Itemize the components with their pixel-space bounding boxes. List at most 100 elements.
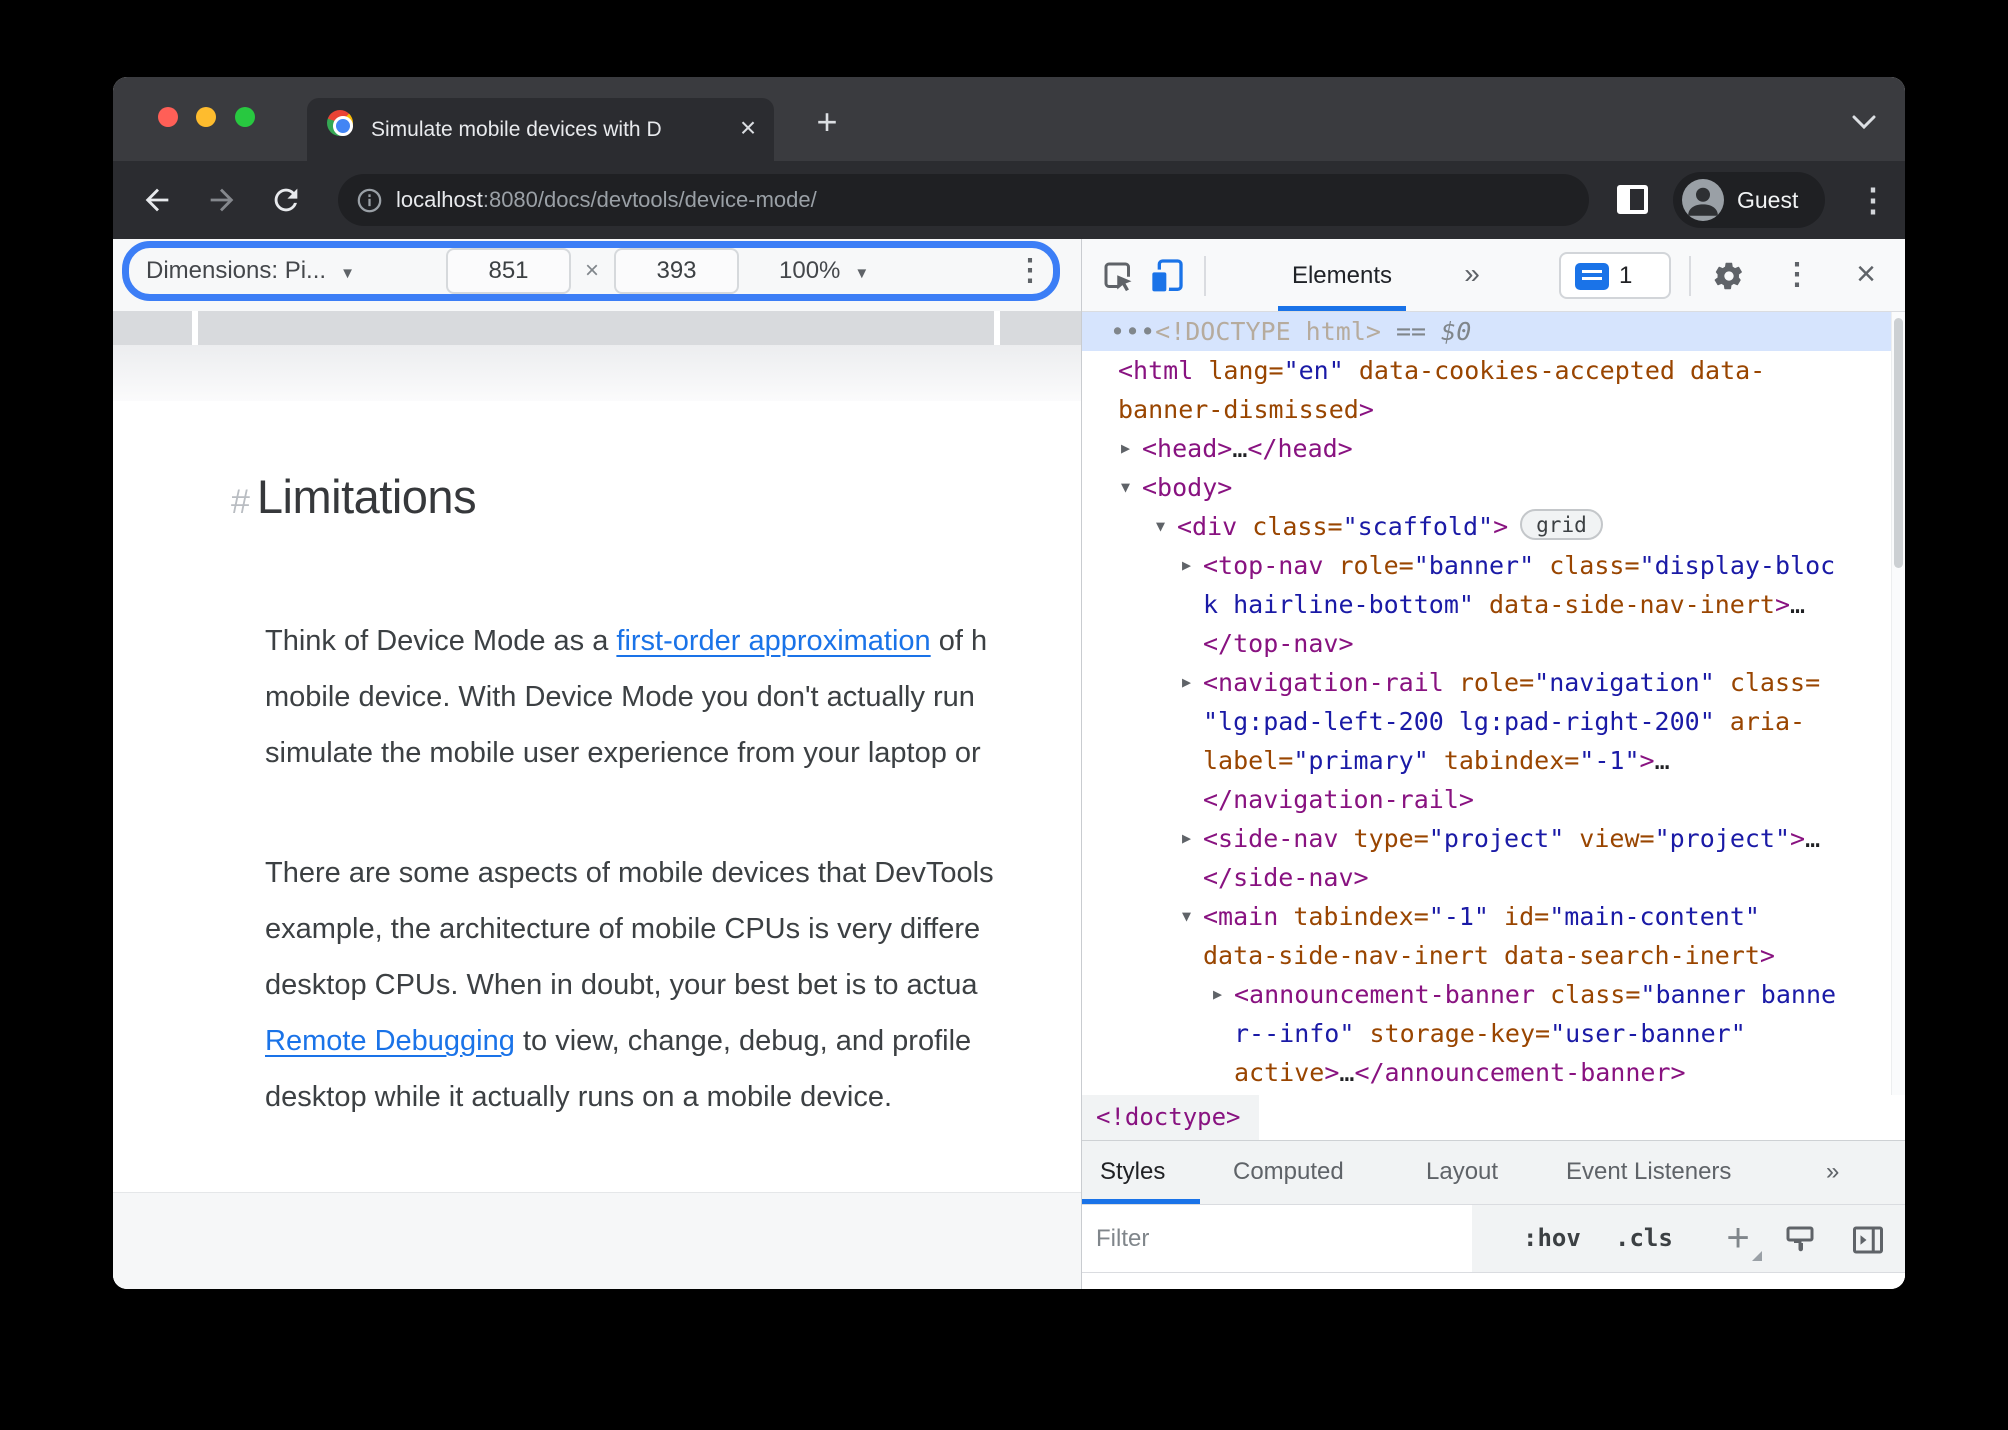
text-link[interactable]: Remote Debugging [265, 1025, 515, 1057]
chevron-down-icon[interactable] [1851, 114, 1877, 135]
code-token: "navigation" [1534, 668, 1715, 697]
side-panel-icon[interactable] [1617, 185, 1648, 214]
code-token: <head> [1142, 434, 1233, 463]
rendering-brush-icon[interactable] [1782, 1222, 1818, 1263]
toggle-class-button[interactable]: .cls [1615, 1205, 1673, 1273]
expand-arrow-closed-icon[interactable]: ▶ [1213, 975, 1222, 1014]
heading-anchor-hash[interactable]: # [231, 483, 250, 521]
device-toolbar-menu-icon[interactable]: ⋮ [1015, 245, 1045, 297]
dom-tree-node[interactable]: active>…</announcement-banner> [1082, 1053, 1891, 1092]
code-token: "project" [1654, 824, 1791, 853]
caret-down-icon: ▼ [854, 265, 870, 282]
text-link[interactable]: first-order approximation [616, 625, 930, 657]
dock-side-icon[interactable] [1850, 1222, 1886, 1263]
dom-tree-node[interactable]: <html lang="en" data-cookies-accepted da… [1082, 351, 1891, 390]
expand-arrow-open-icon[interactable]: ▼ [1156, 507, 1165, 546]
scrollbar-thumb[interactable] [1894, 318, 1903, 568]
tab-close-icon[interactable]: × [731, 98, 765, 161]
devtools-toolbar: Elements » 1 ⋮ × [1082, 239, 1905, 312]
styles-tab-layout[interactable]: Layout [1426, 1141, 1498, 1205]
browser-menu-icon[interactable]: ⋮ [1857, 175, 1889, 225]
device-toolbar-toggle-icon[interactable] [1146, 256, 1186, 301]
text-run: mobile device. With Device Mode you don'… [265, 681, 975, 713]
back-button-icon[interactable] [140, 183, 174, 217]
dom-tree-node[interactable]: ▶ <head>…</head> [1082, 429, 1891, 468]
styles-tab-computed[interactable]: Computed [1233, 1141, 1344, 1205]
styles-filter-row: :hov .cls + [1082, 1204, 1905, 1272]
styles-tab-eventlisteners[interactable]: Event Listeners [1566, 1141, 1731, 1205]
browser-window: Simulate mobile devices with D × + local… [113, 77, 1905, 1289]
toolbar-separator [1204, 256, 1206, 296]
devtools-menu-icon[interactable]: ⋮ [1782, 249, 1812, 301]
macos-fullscreen-button[interactable] [235, 107, 255, 127]
expand-arrow-closed-icon[interactable]: ▶ [1182, 819, 1191, 858]
text-run: of h [930, 625, 988, 657]
reload-button-icon[interactable] [269, 183, 303, 217]
new-tab-button[interactable]: + [807, 103, 847, 143]
viewport-width-input[interactable] [446, 248, 571, 294]
dom-tree-node[interactable]: ▼ <div class="scaffold"> grid [1082, 507, 1891, 546]
dimensions-dropdown[interactable]: Dimensions: Pi... ▼ [146, 239, 355, 303]
dom-tree-node[interactable]: r--info" storage-key="user-banner" [1082, 1014, 1891, 1053]
dom-tree-node[interactable]: ▶ <top-nav role="banner" class="display-b… [1082, 546, 1891, 585]
dom-tree-node[interactable]: ▶ <announcement-banner class="banner bann… [1082, 975, 1891, 1014]
avatar [1682, 179, 1724, 221]
expand-arrow-closed-icon[interactable]: ▶ [1182, 663, 1191, 702]
paragraph-line: There are some aspects of mobile devices… [265, 845, 994, 901]
console-drawer-button[interactable]: 1 [1559, 252, 1671, 299]
toggle-hover-button[interactable]: :hov [1523, 1205, 1581, 1273]
grid-badge[interactable]: grid [1520, 509, 1603, 540]
code-token: … [1805, 824, 1821, 853]
text-run: simulate the mobile user experience from… [265, 737, 981, 769]
code-token: "-1" [1579, 746, 1640, 775]
macos-close-button[interactable] [158, 107, 178, 127]
code-token: $0 [1441, 317, 1472, 346]
code-token: </announcement-banner> [1354, 1058, 1686, 1087]
styles-tab-styles[interactable]: Styles [1100, 1141, 1165, 1205]
profile-chip[interactable]: Guest [1673, 172, 1825, 228]
forward-button-icon[interactable] [205, 183, 239, 217]
zoom-dropdown[interactable]: 100% ▼ [779, 239, 869, 303]
devtools-close-icon[interactable]: × [1844, 239, 1888, 312]
expand-arrow-closed-icon[interactable]: ▶ [1182, 546, 1191, 585]
dom-tree-node[interactable]: •••<!DOCTYPE html> == $0 [1082, 312, 1891, 351]
dom-tree-node[interactable]: k hairline-bottom" data-side-nav-inert>… [1082, 585, 1891, 624]
styles-tab-[interactable]: » [1826, 1141, 1839, 1205]
dom-tree-node[interactable]: </side-nav> [1082, 858, 1891, 897]
dom-tree-node[interactable]: "lg:pad-left-200 lg:pad-right-200" aria- [1082, 702, 1891, 741]
expand-arrow-closed-icon[interactable]: ▶ [1121, 429, 1130, 468]
code-token: "display-bloc [1639, 551, 1836, 580]
dom-tree-node[interactable]: ▶ <navigation-rail role="navigation" clas… [1082, 663, 1891, 702]
dom-tree-node[interactable]: ▶ <side-nav type="project" view="project"… [1082, 819, 1891, 858]
code-token: … [1339, 1058, 1355, 1087]
settings-gear-icon[interactable] [1713, 260, 1745, 297]
text-run: to view, change, debug, and profile [514, 1025, 972, 1057]
new-style-rule-button[interactable]: + [1718, 1218, 1762, 1261]
code-token: data-side-nav-inert data-search-inert [1203, 941, 1760, 970]
inspect-element-icon[interactable] [1100, 258, 1136, 299]
dom-tree-node[interactable]: ▼ <body> [1082, 468, 1891, 507]
dom-tree-node[interactable]: banner-dismissed> [1082, 390, 1891, 429]
browser-tab[interactable]: Simulate mobile devices with D × [307, 98, 774, 161]
macos-minimize-button[interactable] [196, 107, 216, 127]
tree-scrollbar[interactable] [1891, 312, 1905, 1095]
breadcrumb-doctype[interactable]: <!doctype> [1082, 1095, 1259, 1140]
viewport-bottom-area [113, 1192, 1081, 1289]
dom-tree-node[interactable]: </navigation-rail> [1082, 780, 1891, 819]
devtools-bottom-strip [1082, 1272, 1905, 1289]
more-panels-button[interactable]: » [1454, 239, 1490, 312]
code-token: r--info" [1234, 1019, 1355, 1048]
code-token: > [1774, 590, 1791, 619]
dom-tree-node[interactable]: ▼ <main tabindex="-1" id="main-content" [1082, 897, 1891, 936]
dom-tree-node[interactable]: label="primary" tabindex="-1">… [1082, 741, 1891, 780]
styles-filter-input[interactable] [1082, 1205, 1472, 1272]
expand-arrow-open-icon[interactable]: ▼ [1182, 897, 1191, 936]
tab-elements[interactable]: Elements [1262, 239, 1422, 312]
address-bar[interactable]: localhost:8080/docs/devtools/device-mode… [338, 174, 1589, 226]
site-info-icon[interactable] [356, 187, 383, 219]
dom-tree-node[interactable]: data-side-nav-inert data-search-inert> [1082, 936, 1891, 975]
viewport-height-input[interactable] [614, 248, 739, 294]
dom-tree-node[interactable]: </top-nav> [1082, 624, 1891, 663]
expand-arrow-open-icon[interactable]: ▼ [1121, 468, 1130, 507]
paragraph-line: Think of Device Mode as a first-order ap… [265, 613, 987, 669]
